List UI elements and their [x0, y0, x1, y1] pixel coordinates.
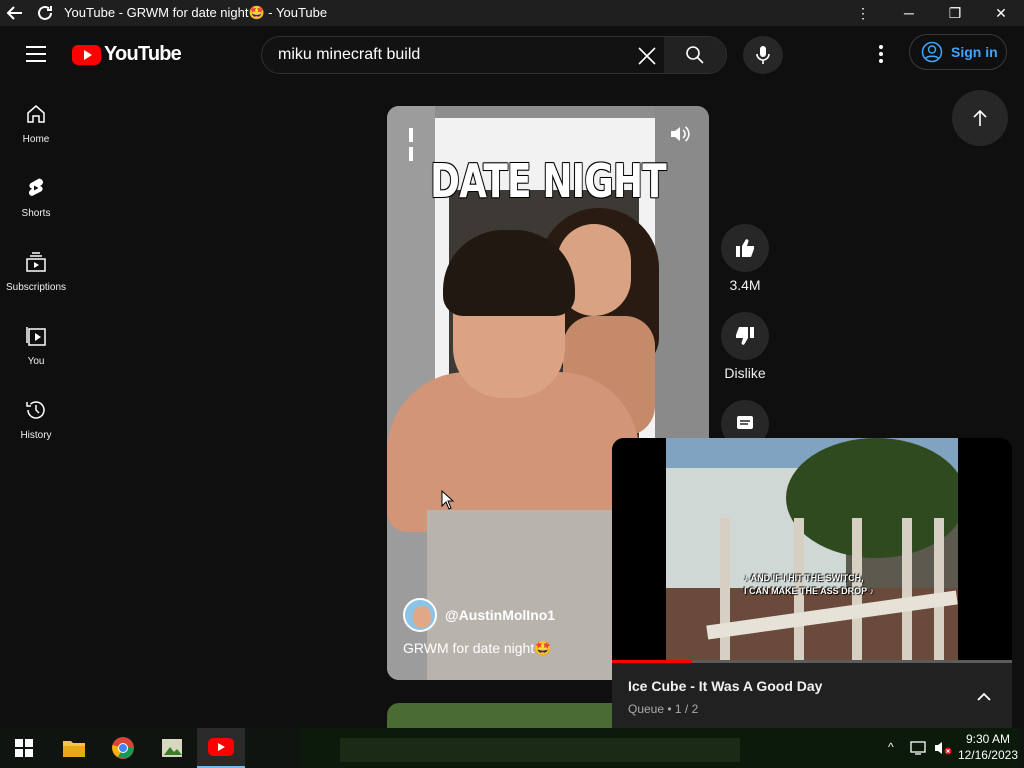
masthead: YouTube miku minecraft build Sign in [0, 26, 1024, 82]
search-icon [686, 46, 704, 64]
maximize-button[interactable]: ❐ [932, 0, 978, 26]
clear-search-icon[interactable] [636, 45, 658, 67]
progress-fill [612, 660, 692, 663]
miniplayer-video[interactable]: ♪ AND IF I HIT THE SWITCH, I CAN MAKE TH… [612, 438, 1012, 663]
youtube-play-icon [72, 44, 101, 65]
short-title: GRWM for date night🤩 [403, 640, 552, 656]
home-icon [27, 105, 45, 123]
avatar[interactable] [403, 598, 437, 632]
browser-title-bar: YouTube - GRWM for date night🤩 - YouTube… [0, 0, 1024, 26]
clock-time: 9:30 AM [965, 732, 1010, 746]
volume-icon[interactable] [669, 124, 691, 149]
windows-taskbar: ^ 9:30 AM 12/16/2023 [0, 728, 1024, 768]
settings-more-icon[interactable] [871, 40, 891, 68]
you-icon [26, 327, 46, 346]
lyrics-line: ♪ AND IF I HIT THE SWITCH, [744, 573, 864, 583]
lyrics-caption: ♪ AND IF I HIT THE SWITCH, I CAN MAKE TH… [744, 572, 874, 598]
search-box[interactable]: miku minecraft build [261, 36, 727, 74]
sidebar-item-label: You [27, 356, 45, 367]
back-arrow-icon[interactable] [0, 0, 30, 26]
shorts-icon [28, 178, 43, 196]
reload-icon[interactable] [30, 0, 60, 26]
like-button[interactable] [721, 224, 769, 272]
sidebar-item-history[interactable]: History [0, 384, 72, 458]
account-icon [921, 41, 943, 63]
sidebar-item-label: Home [22, 134, 50, 145]
dislike-button[interactable] [721, 312, 769, 360]
youtube-taskbar-icon[interactable] [197, 728, 245, 768]
lyrics-line: I CAN MAKE THE ASS DROP ♪ [744, 586, 875, 596]
channel-name[interactable]: @AustinMolIno1 [445, 607, 555, 623]
clock-date: 12/16/2023 [957, 748, 1018, 762]
logo-text: YouTube [104, 43, 182, 65]
photo-app-icon[interactable] [148, 728, 196, 768]
microphone-icon [756, 46, 770, 64]
video-overlay-text: DATE NIGHT [430, 154, 667, 208]
youtube-logo[interactable]: YouTube [72, 43, 182, 66]
channel-info[interactable]: @AustinMolIno1 [403, 598, 555, 632]
history-icon [26, 401, 45, 419]
chevron-up-tray-icon[interactable]: ^ [888, 740, 894, 754]
previous-short-button[interactable] [952, 90, 1008, 146]
sidebar-item-label: Subscriptions [5, 282, 67, 293]
thumbs-down-icon [736, 327, 754, 345]
progress-bar[interactable] [612, 660, 1012, 663]
arrow-up-icon [973, 109, 987, 126]
search-input[interactable]: miku minecraft build [278, 46, 420, 64]
minimize-button[interactable]: ─ [886, 0, 932, 26]
browser-menu-icon[interactable]: ⋮ [840, 0, 886, 26]
mouse-cursor-icon [441, 489, 455, 515]
queue-position: Queue • 1 / 2 [628, 702, 699, 716]
pause-icon[interactable] [409, 128, 421, 161]
dislike-label: Dislike [724, 365, 766, 381]
sidebar-item-label: History [20, 430, 52, 441]
chrome-icon[interactable] [99, 728, 147, 768]
subscriptions-icon [26, 252, 46, 272]
sidebar-item-label: Shorts [21, 208, 51, 219]
sidebar-item-you[interactable]: You [0, 310, 72, 384]
sidebar-item-home[interactable]: Home [0, 88, 72, 162]
sign-in-label: Sign in [951, 44, 998, 60]
sidebar-item-subscriptions[interactable]: Subscriptions [0, 236, 72, 310]
menu-icon[interactable] [26, 46, 46, 62]
voice-search-button[interactable] [743, 36, 783, 74]
windows-start-icon[interactable] [0, 728, 48, 768]
window-title: YouTube - GRWM for date night🤩 - YouTube [64, 5, 328, 20]
sign-in-button[interactable]: Sign in [909, 34, 1007, 70]
sidebar-item-shorts[interactable]: Shorts [0, 162, 72, 236]
chevron-up-icon[interactable] [972, 686, 996, 706]
thumbs-up-icon [736, 239, 754, 257]
volume-muted-icon[interactable] [934, 740, 952, 759]
miniplayer-title[interactable]: Ice Cube - It Was A Good Day [628, 678, 822, 694]
system-clock[interactable]: 9:30 AM 12/16/2023 [958, 731, 1018, 763]
comment-icon [737, 416, 753, 429]
close-window-button[interactable]: ✕ [978, 0, 1024, 26]
search-button[interactable] [664, 37, 726, 73]
miniplayer[interactable]: ♪ AND IF I HIT THE SWITCH, I CAN MAKE TH… [612, 438, 1012, 728]
like-count: 3.4M [729, 277, 761, 293]
network-icon[interactable] [910, 740, 928, 759]
file-explorer-icon[interactable] [50, 728, 98, 768]
